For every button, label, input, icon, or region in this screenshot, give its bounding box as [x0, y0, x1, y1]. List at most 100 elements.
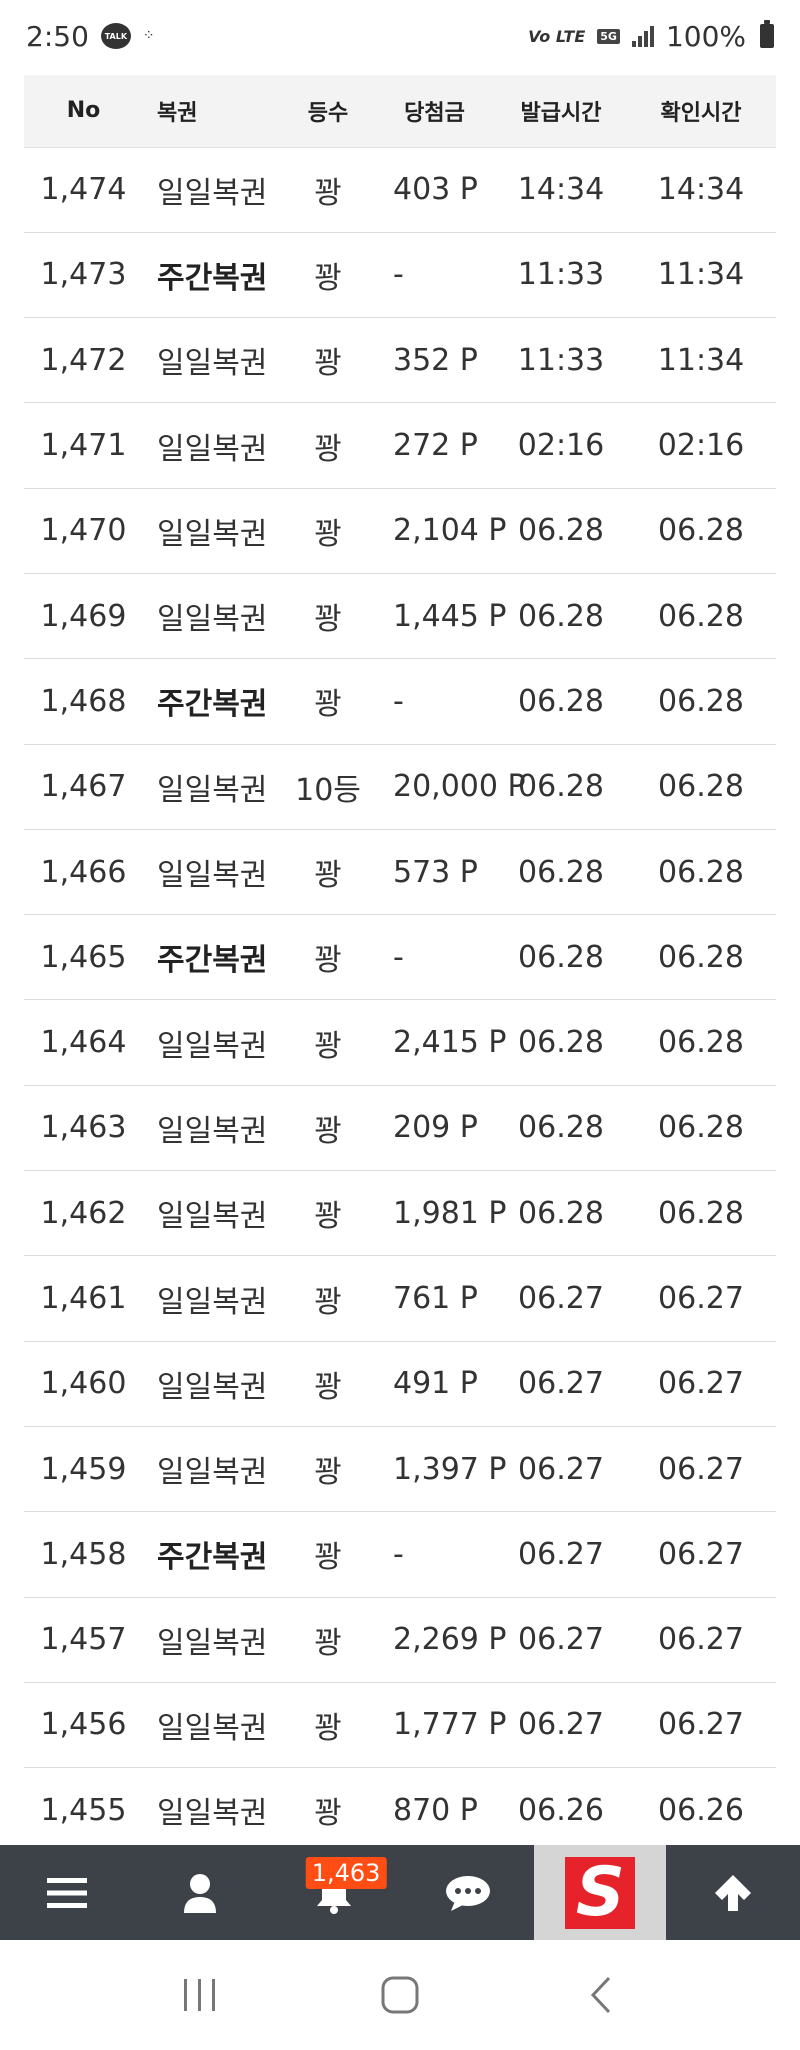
cell-issued-time: 06.28: [518, 513, 604, 549]
table-row: 1,462 일일복권 꽝 1,981 P 06.28 06.28: [24, 1171, 776, 1256]
cell-checked-time: 06.27: [658, 1281, 744, 1316]
cell-rank: 꽝: [314, 431, 342, 467]
cell-no: 1,470: [40, 513, 127, 549]
profile-button[interactable]: [134, 1845, 268, 1940]
cell-prize: 761 P: [393, 1281, 478, 1316]
cell-checked-time: 06.28: [658, 769, 744, 805]
table-row: 1,460 일일복권 꽝 491 P 06.27 06.27: [24, 1341, 776, 1427]
notification-button[interactable]: 1,463: [267, 1845, 401, 1940]
battery-percent: 100%: [665, 19, 746, 53]
table-row: 1,466 일일복권 꽝 573 P 06.28 06.28: [24, 829, 776, 915]
cell-lottery-type: 일일복권: [157, 516, 268, 552]
menu-button[interactable]: [0, 1845, 134, 1940]
cell-rank: 꽝: [314, 1028, 342, 1064]
table-row: 1,467 일일복권 10등 20,000 P 06.28 06.28: [24, 744, 776, 830]
cell-lottery-type: 일일복권: [157, 431, 268, 467]
cell-prize: 272 P: [393, 428, 478, 464]
scroll-top-button[interactable]: [666, 1845, 800, 1940]
cell-prize: 491 P: [393, 1366, 478, 1402]
recent-apps-button[interactable]: [160, 1965, 240, 2025]
back-button[interactable]: [560, 1965, 640, 2025]
battery-icon: [760, 20, 774, 48]
cell-prize: 2,104 P: [393, 513, 507, 549]
cell-issued-time: 06.27: [518, 1707, 604, 1743]
cell-lottery-type: 주간복권: [157, 1540, 268, 1576]
cell-no: 1,471: [40, 428, 127, 464]
cell-checked-time: 11:34: [657, 257, 745, 293]
table-body: 1,474 일일복권 꽝 403 P 14:34 14:34 1,473 주간복권 꽝 -11:3…: [24, 147, 776, 1853]
cell-lottery-type: 주간복권: [157, 260, 268, 296]
header-prize: 당첨금: [373, 75, 496, 148]
cell-lottery-type: 일일복권: [157, 1625, 268, 1661]
cell-rank: 꽝: [314, 1710, 342, 1746]
cell-lottery-type: 일일복권: [157, 1199, 268, 1235]
header-checked-time: 확인시간: [626, 75, 776, 148]
cell-rank: 꽝: [314, 1455, 342, 1491]
cell-no: 1,473: [40, 257, 127, 293]
cell-lottery-type: 주간복권: [157, 687, 268, 723]
cell-no: 1,460: [40, 1366, 127, 1402]
cell-checked-time: 14:34: [657, 172, 745, 208]
site-logo-button[interactable]: S: [534, 1845, 667, 1940]
cell-lottery-type: 일일복권: [157, 1369, 268, 1405]
cell-prize: 1,445 P: [393, 598, 507, 634]
cell-checked-time: 06.28: [658, 854, 744, 890]
cell-issued-time: 06.28: [518, 939, 604, 975]
table-row: 1,470 일일복권 꽝 2,104 P 06.28 06.28: [24, 488, 776, 574]
cell-prize: 20,000 P: [393, 769, 526, 805]
table-row: 1,459 일일복권 꽝 1,397 P 06.27 06.27: [24, 1426, 776, 1512]
cell-issued-time: 06.27: [518, 1366, 604, 1402]
cell-lottery-type: 일일복권: [157, 346, 268, 382]
cell-issued-time: 06.28: [518, 854, 604, 890]
cell-rank: 꽝: [314, 1113, 342, 1149]
cell-checked-time: 06.26: [658, 1792, 744, 1828]
header-no: No: [24, 75, 143, 148]
cell-rank: 꽝: [314, 1540, 342, 1576]
cell-checked-time: 06.27: [658, 1707, 744, 1743]
cell-issued-time: 11:33: [517, 342, 605, 378]
cell-checked-time: 06.27: [658, 1536, 744, 1572]
cell-no: 1,472: [40, 342, 127, 378]
lottery-history-table-wrap: No 복권 등수 당첨금 발급시간 확인시간 1,474 일일복권 꽝 403 P 14…: [24, 75, 776, 1853]
cell-checked-time: 11:34: [657, 342, 745, 378]
cell-prize: -: [393, 1536, 404, 1572]
cell-rank: 꽝: [314, 602, 342, 638]
system-nav-bar: [0, 1940, 800, 2050]
cell-rank: 꽝: [314, 346, 342, 382]
cell-lottery-type: 일일복권: [157, 1796, 268, 1832]
cell-prize: 2,415 P: [393, 1025, 507, 1061]
bottom-nav: 1,463 S: [0, 1845, 800, 1940]
cell-rank: 꽝: [314, 1284, 342, 1320]
table-row: 1,456 일일복권 꽝 1,777 P 06.27 06.27: [24, 1682, 776, 1768]
volte-icon: Vo LTE: [528, 26, 586, 46]
cell-no: 1,469: [40, 598, 127, 634]
header-issued-time: 발급시간: [496, 75, 626, 148]
cell-rank: 꽝: [314, 687, 342, 723]
cell-prize: 403 P: [393, 172, 478, 208]
signal-icon: [631, 25, 654, 47]
status-left: 2:50 TALK ⁘: [26, 20, 156, 53]
cell-prize: 352 P: [393, 342, 478, 378]
table-row: 1,469 일일복권 꽝 1,445 P 06.28 06.28: [24, 573, 776, 659]
cell-prize: 1,397 P: [393, 1451, 507, 1487]
cell-no: 1,461: [40, 1281, 127, 1316]
cell-checked-time: 06.27: [658, 1366, 744, 1402]
cell-rank: 꽝: [314, 1625, 342, 1661]
cell-rank: 꽝: [314, 260, 342, 296]
cell-checked-time: 06.28: [658, 513, 744, 549]
cell-no: 1,462: [40, 1195, 127, 1231]
cell-prize: 2,269 P: [393, 1622, 507, 1658]
cell-prize: -: [393, 257, 404, 293]
chat-button[interactable]: [401, 1845, 535, 1940]
cell-checked-time: 06.27: [658, 1451, 744, 1487]
notification-badge: 1,463: [305, 1857, 387, 1889]
home-button[interactable]: [360, 1965, 440, 2025]
cell-rank: 꽝: [314, 943, 342, 979]
cell-checked-time: 06.28: [658, 683, 744, 719]
cell-no: 1,474: [40, 172, 127, 208]
user-icon: [184, 1873, 217, 1913]
cell-checked-time: 06.28: [658, 1195, 744, 1231]
cell-issued-time: 06.28: [518, 1110, 604, 1146]
cell-prize: 209 P: [393, 1110, 478, 1146]
menu-icon: [46, 1877, 87, 1908]
